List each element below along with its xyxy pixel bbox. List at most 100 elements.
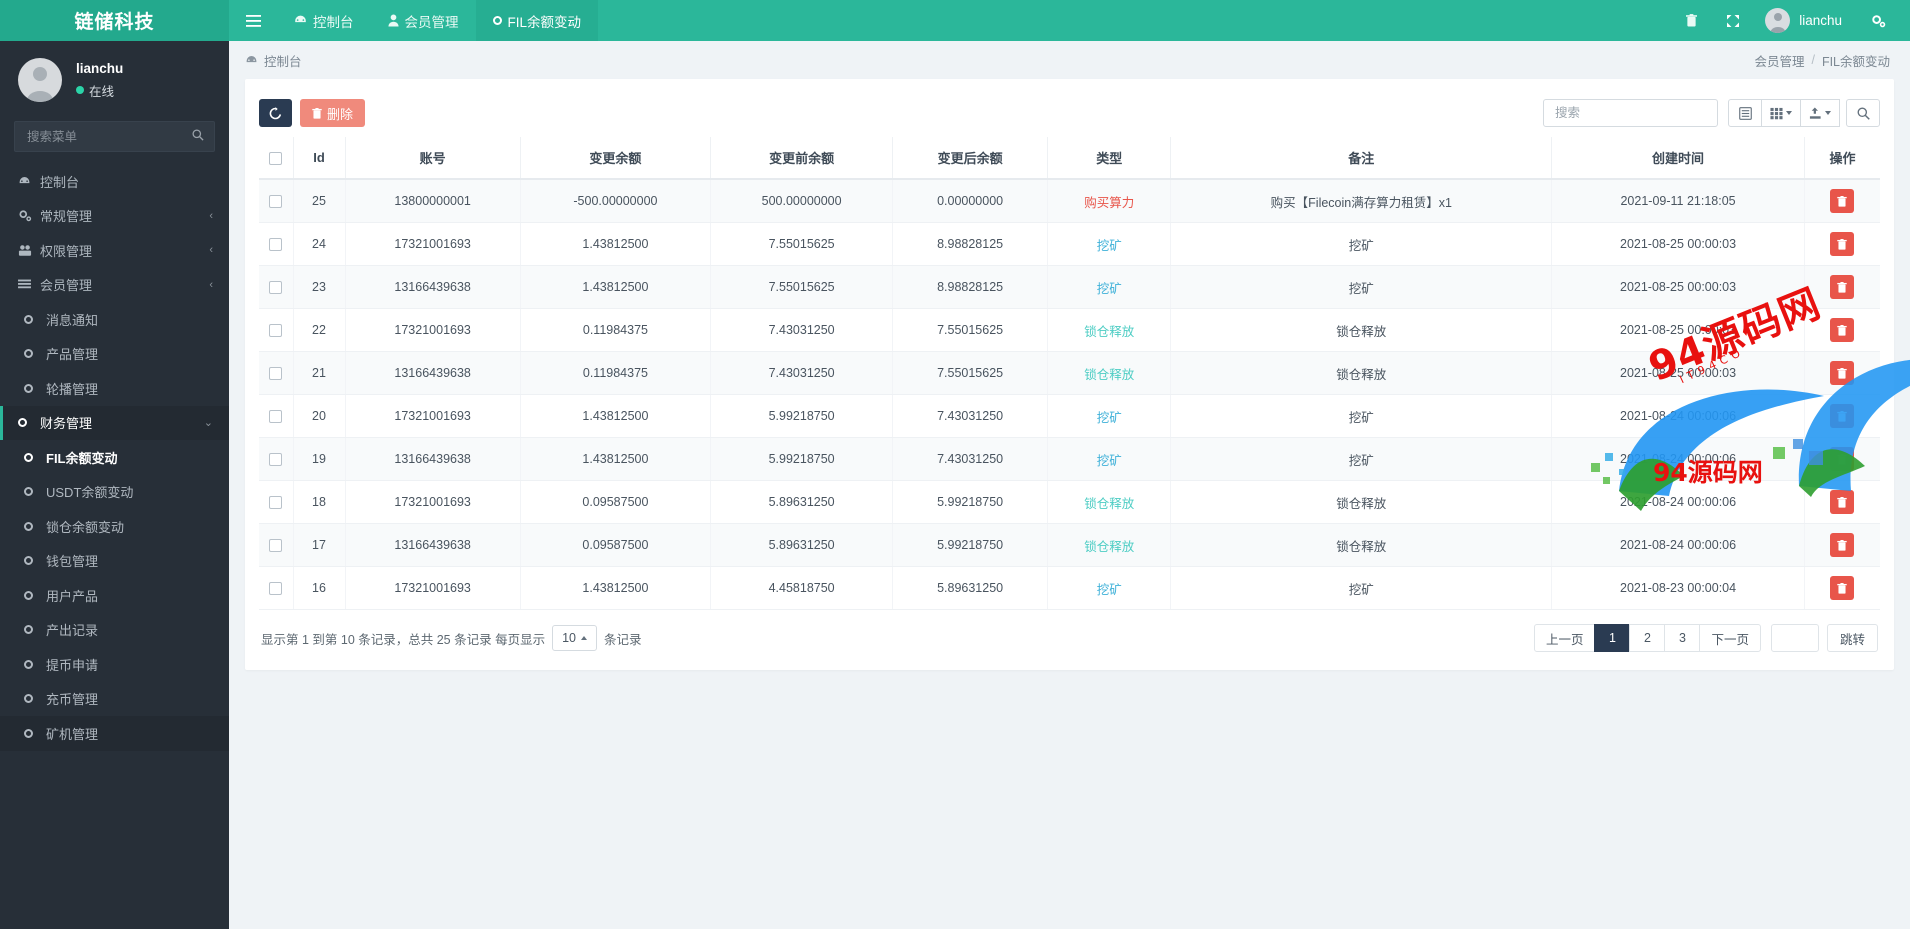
search-input[interactable] [1553, 105, 1708, 121]
delete-selected-button[interactable]: 删除 [300, 99, 366, 127]
sidebar-item-8[interactable]: FIL余额变动 [0, 440, 229, 475]
sidebar-item-2[interactable]: 权限管理 ‹ [0, 233, 229, 268]
ring-icon [24, 625, 46, 635]
sidebar-item-label: 控制台 [40, 174, 80, 190]
row-checkbox[interactable] [269, 496, 283, 510]
sidebar-item-7[interactable]: 财务管理 ⌄ [0, 405, 229, 440]
table-row[interactable]: 16 17321001693 1.43812500 4.45818750 5.89631… [259, 566, 1880, 610]
sidebar-item-12[interactable]: 用户产品 [0, 578, 229, 613]
pagination-page-1[interactable]: 1 [1594, 624, 1631, 652]
nav-tab-fil-balance-change[interactable]: FIL余额变动 [475, 0, 599, 41]
delete-row-button[interactable] [1830, 361, 1855, 385]
table-row[interactable]: 18 17321001693 0.09587500 5.89631250 5.99218… [259, 480, 1880, 524]
brand-logo[interactable]: 链储科技 [0, 0, 229, 41]
sidebar-item-16[interactable]: 矿机管理 [0, 716, 229, 751]
sidebar-item-5[interactable]: 产品管理 [0, 337, 229, 372]
pagination-page-2[interactable]: 2 [1629, 624, 1666, 652]
column-header-balance-after[interactable]: 变更后余额 [892, 137, 1049, 180]
row-checkbox[interactable] [269, 324, 283, 338]
table-row[interactable]: 19 13166439638 1.43812500 5.99218750 7.43031… [259, 437, 1880, 481]
table-row[interactable]: 23 13166439638 1.43812500 7.55015625 8.98828… [259, 265, 1880, 309]
row-checkbox[interactable] [269, 410, 283, 424]
column-header-type[interactable]: 类型 [1047, 137, 1172, 180]
column-header-change-amount[interactable]: 变更余额 [520, 137, 712, 180]
sidebar-item-label: 产出记录 [46, 623, 99, 639]
sidebar-item-label: 充币管理 [46, 692, 99, 708]
pagination-next[interactable]: 下一页 [1699, 624, 1761, 652]
sidebar-item-13[interactable]: 产出记录 [0, 613, 229, 648]
cell-remark-value: 锁仓释放 [1336, 367, 1387, 382]
sidebar-item-0[interactable]: 控制台 [0, 164, 229, 199]
column-header-created-time[interactable]: 创建时间 [1551, 137, 1805, 180]
column-header-account[interactable]: 账号 [345, 137, 521, 180]
search-box[interactable] [1543, 99, 1718, 127]
sidebar-user-profile[interactable]: lianchu 在线 [0, 41, 229, 119]
refresh-button[interactable] [259, 99, 292, 127]
delete-row-button[interactable] [1830, 447, 1855, 471]
search-menu-input[interactable] [25, 128, 192, 145]
delete-row-button[interactable] [1830, 275, 1855, 299]
sidebar-search-box[interactable] [14, 121, 215, 152]
row-checkbox[interactable] [269, 281, 283, 295]
delete-row-button[interactable] [1830, 189, 1855, 213]
columns-toggle-button[interactable] [1728, 99, 1762, 127]
cell-balance-before: 5.99218750 [710, 437, 894, 481]
row-checkbox[interactable] [269, 582, 283, 596]
page-jump-input[interactable] [1770, 624, 1819, 652]
breadcrumb-home[interactable]: 控制台 [245, 51, 302, 70]
cell-balance-after: 7.43031250 [892, 394, 1049, 438]
table-row[interactable]: 24 17321001693 1.43812500 7.55015625 8.98828… [259, 222, 1880, 266]
settings-button[interactable] [1858, 0, 1898, 41]
row-checkbox[interactable] [269, 238, 283, 252]
delete-row-button[interactable] [1830, 318, 1855, 342]
table-row[interactable]: 21 13166439638 0.11984375 7.43031250 7.55015… [259, 351, 1880, 395]
delete-row-button[interactable] [1830, 576, 1855, 600]
table-row[interactable]: 25 13800000001 -500.00000000 500.00000000 0.… [259, 179, 1880, 223]
table-row[interactable]: 22 17321001693 0.11984375 7.43031250 7.55015… [259, 308, 1880, 352]
delete-row-button[interactable] [1830, 404, 1855, 428]
sidebar-item-6[interactable]: 轮播管理 [0, 371, 229, 406]
row-checkbox[interactable] [269, 539, 283, 553]
select-all-checkbox[interactable] [269, 152, 283, 166]
sidebar-item-15[interactable]: 充币管理 [0, 682, 229, 717]
record-info-prefix: 显示第 1 到第 10 条记录，总共 25 条记录 每页显示 [261, 632, 546, 647]
breadcrumb-parent[interactable]: 会员管理 [1754, 51, 1804, 70]
page-size-select[interactable]: 10 [552, 625, 597, 651]
clear-cache-button[interactable] [1671, 0, 1711, 41]
delete-row-button[interactable] [1830, 533, 1855, 557]
cell-balance-after-value: 7.55015625 [937, 323, 1004, 337]
pagination-prev[interactable]: 上一页 [1533, 624, 1596, 652]
nav-tab-member-management[interactable]: 会员管理 [371, 0, 476, 41]
fullscreen-button[interactable] [1713, 0, 1753, 41]
grid-view-button[interactable] [1761, 99, 1801, 127]
sidebar-item-label: 矿机管理 [46, 726, 99, 742]
delete-row-button[interactable] [1830, 232, 1855, 256]
page-jump-button[interactable]: 跳转 [1826, 624, 1878, 652]
sidebar: lianchu 在线 控制台常规管理 ‹ 权限管理 ‹ 会员管理 ‹ 消息通知产品管理轮播管… [0, 41, 229, 929]
sidebar-item-14[interactable]: 提币申请 [0, 647, 229, 682]
delete-row-button[interactable] [1830, 490, 1855, 514]
cell-account: 17321001693 [345, 394, 521, 438]
sidebar-item-4[interactable]: 消息通知 [0, 302, 229, 337]
column-header-balance-before[interactable]: 变更前余额 [710, 137, 894, 180]
cell-account: 17321001693 [345, 308, 521, 352]
row-checkbox[interactable] [269, 453, 283, 467]
sidebar-item-9[interactable]: USDT余额变动 [0, 475, 229, 510]
sidebar-item-3[interactable]: 会员管理 ‹ [0, 268, 229, 303]
table-row[interactable]: 20 17321001693 1.43812500 5.99218750 7.43031… [259, 394, 1880, 438]
sidebar-item-1[interactable]: 常规管理 ‹ [0, 199, 229, 234]
user-menu[interactable]: lianchu [1755, 0, 1856, 41]
export-button[interactable] [1800, 99, 1840, 127]
sidebar-item-11[interactable]: 钱包管理 [0, 544, 229, 579]
search-submit-button[interactable] [1846, 99, 1880, 127]
column-header-remark[interactable]: 备注 [1170, 137, 1553, 180]
table-row[interactable]: 17 13166439638 0.09587500 5.89631250 5.99218… [259, 523, 1880, 567]
sidebar-toggle-button[interactable] [229, 0, 277, 41]
row-checkbox[interactable] [269, 367, 283, 381]
sidebar-item-10[interactable]: 锁仓余额变动 [0, 509, 229, 544]
pagination-page-3[interactable]: 3 [1664, 624, 1701, 652]
row-checkbox[interactable] [269, 195, 283, 209]
column-header-id[interactable]: Id [293, 137, 346, 180]
nav-tab-dashboard[interactable]: 控制台 [277, 0, 371, 41]
cell-id: 21 [293, 351, 346, 395]
